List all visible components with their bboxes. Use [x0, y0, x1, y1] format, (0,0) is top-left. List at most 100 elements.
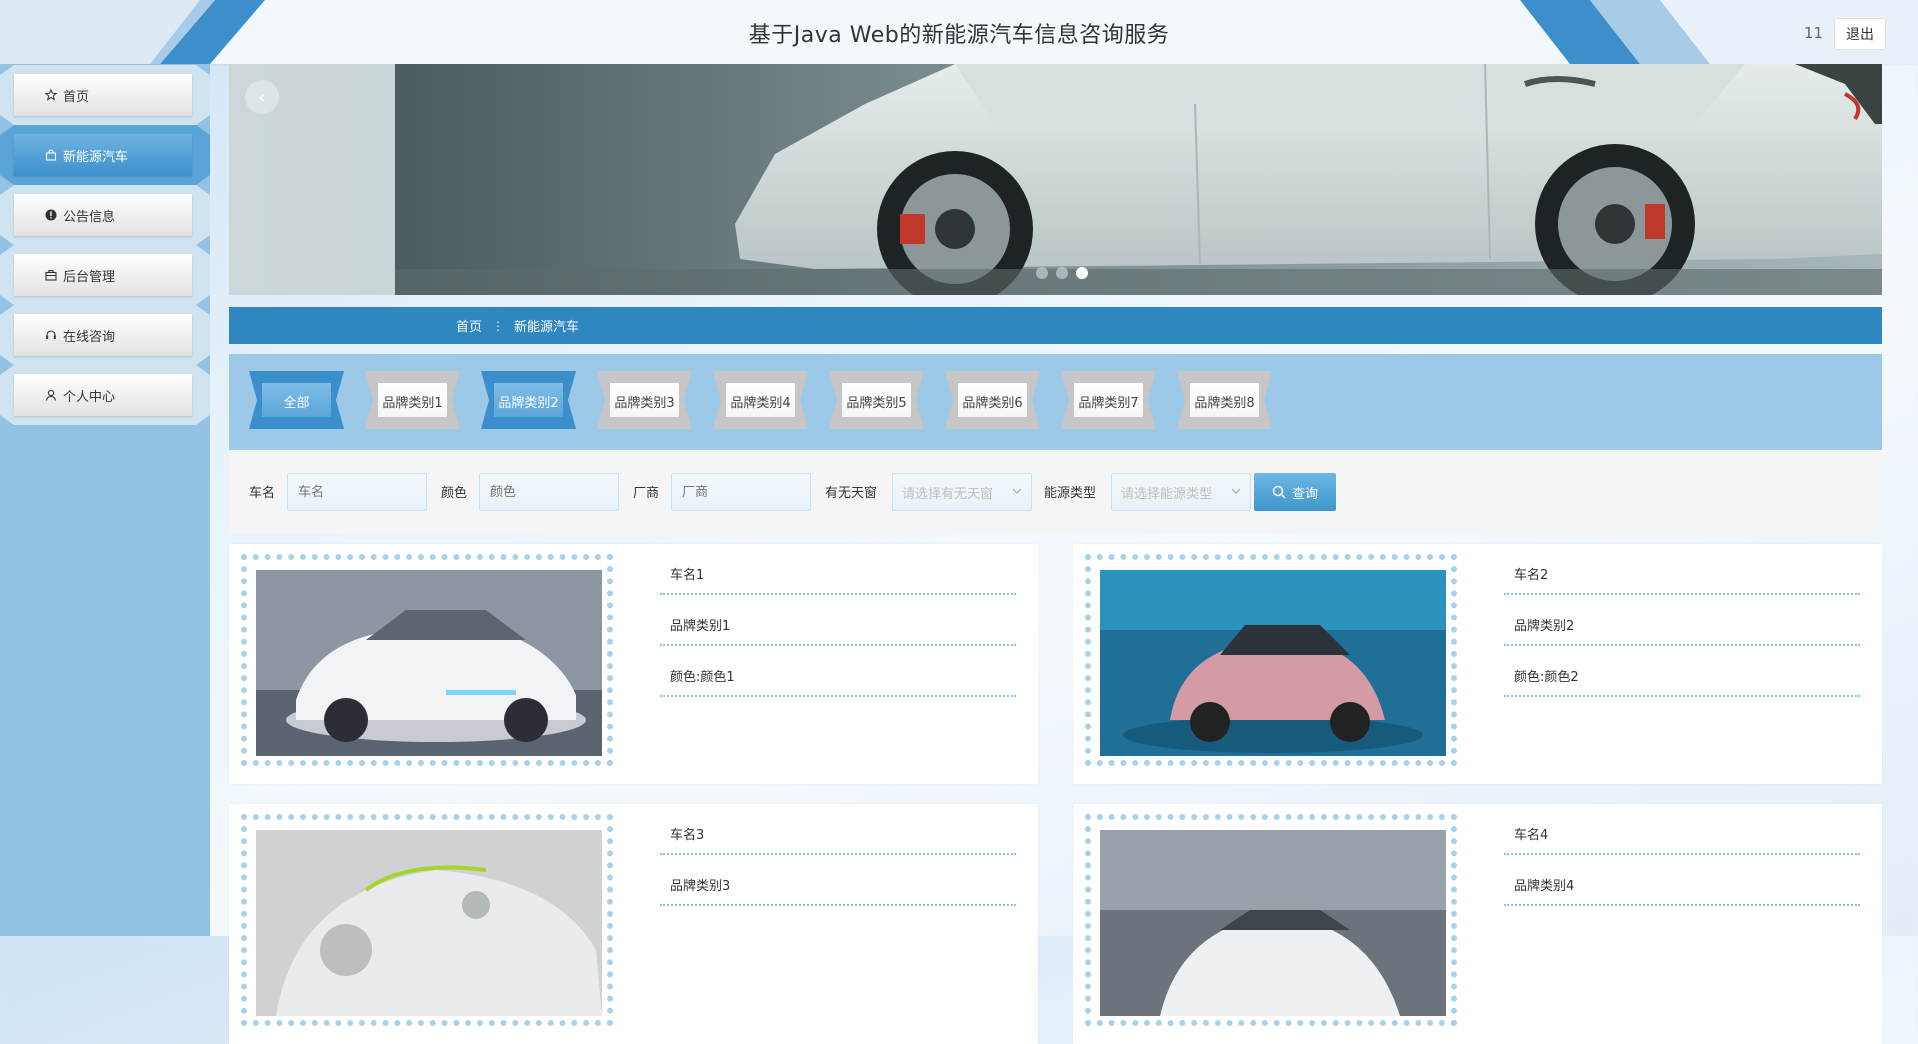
- sidebar-item-4[interactable]: 后台管理: [0, 245, 210, 305]
- category-tab-8[interactable]: 品牌类别8: [1177, 371, 1272, 429]
- category-tab-label: 品牌类别8: [1194, 396, 1255, 411]
- category-tab-label: 品牌类别3: [614, 396, 675, 411]
- name-label: 车名: [249, 486, 276, 501]
- car-info: 车名4 品牌类别4: [1504, 804, 1860, 906]
- top-header: 基于Java Web的新能源汽车信息咨询服务 11 退出: [0, 0, 1918, 64]
- breadcrumb-current: 新能源汽车: [514, 320, 580, 335]
- energy-label: 能源类型: [1044, 486, 1097, 501]
- carousel-dot-3[interactable]: [1076, 267, 1088, 279]
- category-tab-3[interactable]: 品牌类别3: [597, 371, 692, 429]
- car-brand: 品牌类别3: [660, 855, 1016, 906]
- carousel-prev-button[interactable]: ‹: [245, 80, 279, 114]
- category-tab-label: 品牌类别4: [730, 396, 791, 411]
- category-tab-7[interactable]: 品牌类别7: [1061, 371, 1156, 429]
- sidebar-item-5[interactable]: 在线咨询: [0, 305, 210, 365]
- car-name: 车名2: [1504, 544, 1860, 595]
- category-tab-0[interactable]: 全部: [249, 371, 344, 429]
- user-icon: [44, 388, 58, 402]
- sidebar-item-label: 新能源汽车: [63, 149, 129, 165]
- banner-car-image: [395, 64, 1882, 295]
- car-name: 车名1: [660, 544, 1016, 595]
- sidebar-item-label: 后台管理: [63, 269, 116, 285]
- shopping-bag-icon: [44, 148, 58, 162]
- car-card[interactable]: 车名2 品牌类别2 颜色:颜色2: [1073, 544, 1882, 784]
- car-card[interactable]: 车名1 品牌类别1 颜色:颜色1: [229, 544, 1038, 784]
- car-info: 车名3 品牌类别3: [660, 804, 1016, 906]
- search-icon: [1272, 485, 1286, 499]
- car-brand: 品牌类别4: [1504, 855, 1860, 906]
- car-image: [1100, 830, 1446, 1016]
- car-info: 车名1 品牌类别1 颜色:颜色1: [660, 544, 1016, 697]
- color-label: 颜色: [441, 486, 468, 501]
- name-input[interactable]: [287, 473, 427, 511]
- car-name: 车名3: [660, 804, 1016, 855]
- breadcrumb: 首页 ⋮ 新能源汽车: [229, 307, 1882, 344]
- chevron-down-icon: [1012, 488, 1022, 494]
- sidebar-item-label: 公告信息: [63, 209, 116, 225]
- carousel-dot-1[interactable]: [1036, 267, 1048, 279]
- query-button[interactable]: 查询: [1254, 473, 1336, 511]
- category-tab-label: 品牌类别1: [382, 396, 443, 411]
- color-input[interactable]: [479, 473, 619, 511]
- info-circle-icon: [44, 208, 58, 222]
- sidebar-item-1[interactable]: 首页: [0, 65, 210, 125]
- sunroof-label: 有无天窗: [825, 486, 878, 501]
- carousel-dot-2[interactable]: [1056, 267, 1068, 279]
- site-title: 基于Java Web的新能源汽车信息咨询服务: [748, 23, 1170, 48]
- car-info: 车名2 品牌类别2 颜色:颜色2: [1504, 544, 1860, 697]
- category-tab-label: 品牌类别2: [498, 396, 559, 411]
- car-color: 颜色:颜色2: [1504, 646, 1860, 697]
- menu-item-button: 首页: [14, 74, 192, 116]
- breadcrumb-home-link[interactable]: 首页: [456, 316, 482, 335]
- car-card[interactable]: 车名4 品牌类别4: [1073, 804, 1882, 1044]
- category-tab-4[interactable]: 品牌类别4: [713, 371, 808, 429]
- car-image: [256, 570, 602, 756]
- category-tab-label: 品牌类别6: [962, 396, 1023, 411]
- menu-item-button: 后台管理: [14, 254, 192, 296]
- carousel-indicators: [1036, 267, 1088, 279]
- category-filter-panel: 全部 品牌类别1 品牌类别2 品牌类别3 品牌类别4 品牌类别5 品牌类别6 品牌类别7 品牌类…: [229, 354, 1882, 450]
- chevron-down-icon: [1231, 488, 1241, 494]
- sidebar-item-label: 个人中心: [63, 389, 116, 405]
- sidebar-item-6[interactable]: 个人中心: [0, 365, 210, 425]
- banner-carousel[interactable]: ‹: [229, 64, 1882, 295]
- car-color: 颜色:颜色1: [660, 646, 1016, 697]
- car-image: [1100, 570, 1446, 756]
- category-tab-label: 品牌类别7: [1078, 396, 1139, 411]
- sidebar-item-label: 首页: [63, 89, 90, 105]
- sidebar-item-3[interactable]: 公告信息: [0, 185, 210, 245]
- category-tab-5[interactable]: 品牌类别5: [829, 371, 924, 429]
- maker-input[interactable]: [671, 473, 811, 511]
- logout-button[interactable]: 退出: [1834, 18, 1886, 50]
- category-tab-label: 全部: [283, 396, 310, 411]
- sidebar: 首页新能源汽车公告信息后台管理在线咨询个人中心: [0, 64, 210, 936]
- sunroof-select-placeholder: 请选择有无天窗: [902, 486, 994, 502]
- category-tab-6[interactable]: 品牌类别6: [945, 371, 1040, 429]
- query-button-label: 查询: [1291, 486, 1318, 502]
- category-tab-2[interactable]: 品牌类别2: [481, 371, 576, 429]
- car-image: [256, 830, 602, 1016]
- menu-item-button: 公告信息: [14, 194, 192, 236]
- briefcase-icon: [44, 268, 58, 282]
- menu-item-button: 在线咨询: [14, 314, 192, 356]
- menu-item-button: 新能源汽车: [14, 134, 192, 176]
- energy-select[interactable]: 请选择能源类型: [1111, 473, 1251, 511]
- maker-label: 厂商: [633, 486, 660, 501]
- energy-select-placeholder: 请选择能源类型: [1121, 486, 1213, 502]
- headset-icon: [44, 328, 58, 342]
- sidebar-item-label: 在线咨询: [63, 329, 116, 345]
- search-panel: 车名 颜色 厂商 有无天窗 请选择有无天窗 能源类型 请选择能源类型 查询: [229, 450, 1882, 534]
- star-icon: [44, 88, 58, 102]
- category-tab-1[interactable]: 品牌类别1: [365, 371, 460, 429]
- car-brand: 品牌类别2: [1504, 595, 1860, 646]
- sidebar-item-2[interactable]: 新能源汽车: [0, 125, 210, 185]
- car-brand: 品牌类别1: [660, 595, 1016, 646]
- car-name: 车名4: [1504, 804, 1860, 855]
- chevron-left-icon: ‹: [258, 86, 266, 108]
- car-card[interactable]: 车名3 品牌类别3: [229, 804, 1038, 1044]
- menu-item-button: 个人中心: [14, 374, 192, 416]
- username-label: 11: [1803, 24, 1823, 42]
- category-tab-label: 品牌类别5: [846, 396, 907, 411]
- breadcrumb-separator-icon: ⋮: [492, 318, 505, 333]
- sunroof-select[interactable]: 请选择有无天窗: [892, 473, 1032, 511]
